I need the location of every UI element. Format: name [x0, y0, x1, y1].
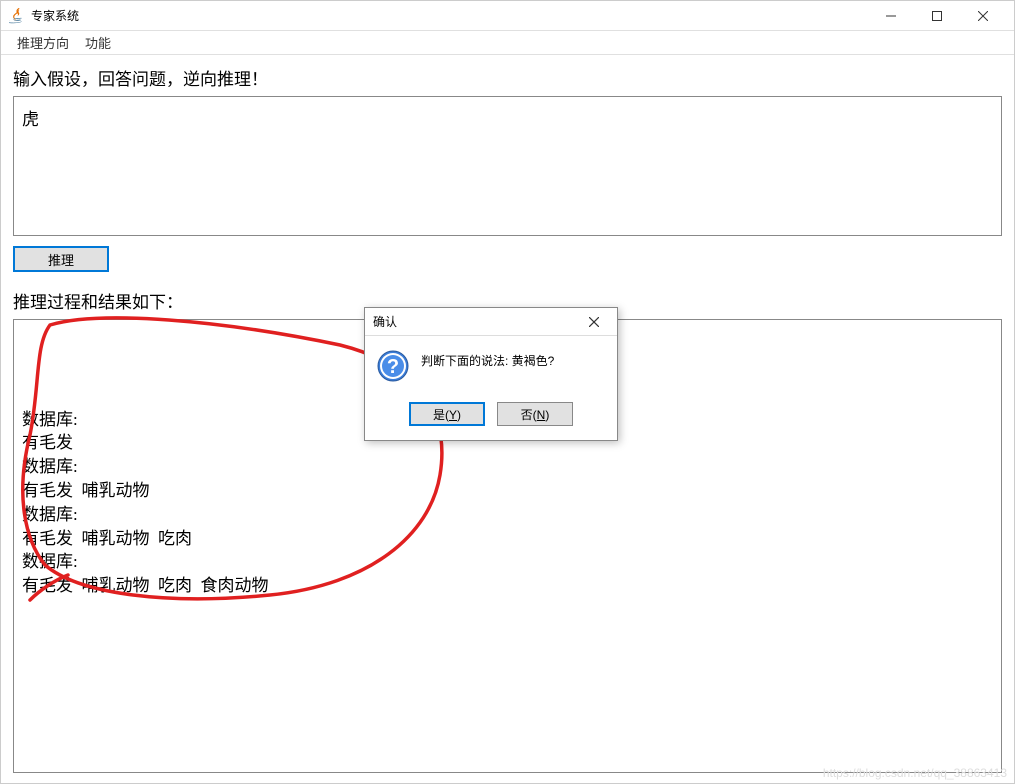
hypothesis-input[interactable] — [13, 96, 1002, 236]
minimize-button[interactable] — [868, 1, 914, 31]
dialog-close-button[interactable] — [579, 310, 609, 334]
dialog-titlebar: 确认 — [365, 308, 617, 336]
menubar: 推理方向 功能 — [1, 31, 1014, 55]
window-title: 专家系统 — [31, 7, 868, 24]
inference-button[interactable]: 推理 — [13, 246, 109, 272]
titlebar: 专家系统 — [1, 1, 1014, 31]
dialog-yes-button[interactable]: 是(Y) — [409, 402, 485, 426]
java-icon — [9, 8, 25, 24]
dialog-no-button[interactable]: 否(N) — [497, 402, 573, 426]
dialog-buttons: 是(Y) 否(N) — [365, 394, 617, 440]
maximize-button[interactable] — [914, 1, 960, 31]
menu-inference-direction[interactable]: 推理方向 — [9, 33, 77, 52]
close-button[interactable] — [960, 1, 1006, 31]
window-controls — [868, 1, 1006, 31]
button-row: 推理 — [13, 246, 1002, 272]
question-icon: ? — [377, 350, 409, 382]
input-label: 输入假设，回答问题，逆向推理！ — [13, 65, 1002, 90]
svg-text:?: ? — [387, 356, 399, 378]
confirm-dialog: 确认 ? 判断下面的说法: 黄褐色? 是(Y) 否(N) — [364, 307, 618, 441]
menu-function[interactable]: 功能 — [77, 33, 119, 52]
dialog-body: ? 判断下面的说法: 黄褐色? — [365, 336, 617, 394]
dialog-title: 确认 — [373, 313, 579, 330]
watermark: https://blog.csdn.net/qq_38863413 — [823, 766, 1007, 780]
dialog-message: 判断下面的说法: 黄褐色? — [421, 350, 554, 369]
